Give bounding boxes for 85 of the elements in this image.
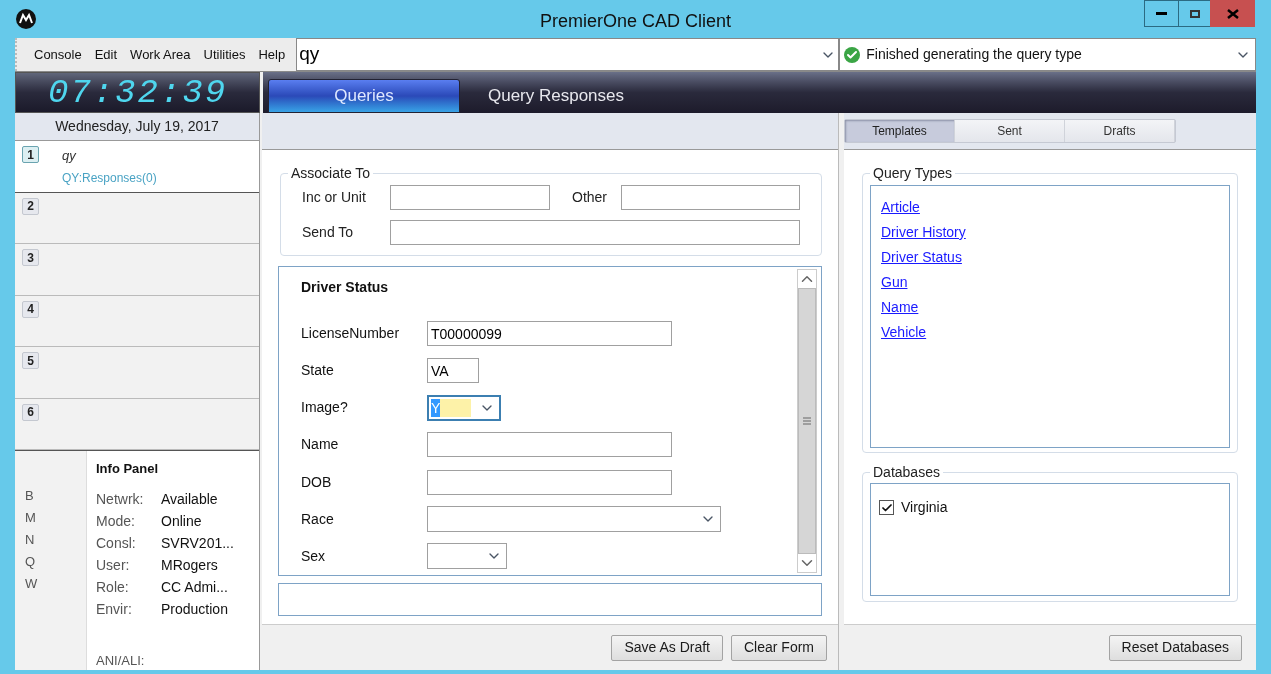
menu-item[interactable]: Edit — [94, 44, 118, 65]
query-type-link[interactable]: Driver History — [881, 222, 966, 243]
field-label: State — [301, 361, 335, 381]
group-title: Associate To — [290, 164, 372, 183]
info-label: User: — [96, 555, 131, 575]
clear-form-button[interactable]: Clear Form — [731, 634, 827, 661]
text-field[interactable] — [390, 220, 800, 245]
info-label: ANI/ALI: — [96, 651, 146, 670]
menu-item[interactable]: Utilities — [203, 44, 246, 65]
info-value: CC Admi... — [161, 577, 228, 597]
tab[interactable]: Query Responses — [460, 79, 652, 113]
scrollbar[interactable] — [797, 269, 817, 573]
field-label: DOB — [301, 472, 333, 492]
close-icon — [1226, 8, 1239, 19]
text-field[interactable]: VA — [427, 358, 479, 384]
field-label: Race — [301, 509, 335, 529]
minimize-button[interactable] — [1144, 0, 1179, 27]
shortcut-key[interactable]: N — [25, 530, 86, 549]
query-type-link[interactable]: Name — [881, 297, 919, 318]
slot-number: 1 — [22, 146, 39, 163]
query-type-link[interactable]: Gun — [881, 272, 908, 293]
menu-item[interactable]: Console — [34, 44, 82, 65]
window-title: PremierOne CAD Client — [539, 10, 732, 33]
reset-databases-button[interactable]: Reset Databases — [1108, 634, 1242, 661]
text-field[interactable] — [427, 432, 672, 458]
save-draft-button[interactable]: Save As Draft — [611, 634, 723, 661]
scroll-thumb[interactable] — [798, 288, 816, 554]
view-tab[interactable]: Templates — [845, 120, 955, 142]
slot-title: qy — [62, 147, 77, 165]
info-value: SVRV201... — [161, 533, 234, 553]
work-slot[interactable]: 1 qy QY:Responses(0) — [15, 141, 259, 193]
slot-number: 4 — [22, 300, 39, 318]
group-title: Databases — [872, 463, 941, 482]
info-value: Available — [161, 489, 218, 509]
menu-item[interactable]: Work Area — [130, 44, 191, 65]
info-value: Online — [161, 511, 202, 531]
shortcut-key[interactable]: W — [25, 574, 86, 593]
app-logo-icon — [16, 9, 36, 29]
info-panel-title: Info Panel — [96, 460, 160, 478]
text-field[interactable] — [621, 185, 800, 210]
slot-number: 5 — [22, 352, 39, 369]
command-field[interactable]: qy — [296, 38, 840, 71]
field-label: Name — [301, 435, 340, 455]
shortcut-key[interactable]: Q — [25, 552, 86, 571]
field-label: Other — [572, 188, 608, 207]
text-field[interactable] — [427, 469, 672, 495]
query-type-link[interactable]: Article — [881, 197, 920, 218]
slot-number: 2 — [22, 197, 39, 215]
dropdown-field[interactable] — [427, 543, 507, 570]
slot-number: 3 — [22, 249, 39, 266]
menu-item[interactable]: Help — [258, 44, 286, 65]
info-label: Envir: — [96, 599, 133, 619]
info-label: Netwrk: — [96, 489, 145, 509]
date-label: Wednesday, July 19, 2017 — [55, 117, 219, 136]
info-label: Consl: — [96, 533, 137, 553]
field-label: Sex — [301, 546, 327, 566]
scroll-down-icon[interactable] — [798, 554, 816, 572]
query-type-link[interactable]: Vehicle — [881, 322, 927, 343]
view-tab[interactable]: Sent — [955, 120, 1065, 142]
tab[interactable]: Queries — [268, 79, 460, 113]
field-label: Inc or Unit — [302, 188, 367, 207]
text-field[interactable] — [390, 185, 550, 210]
group-title: Query Types — [872, 164, 954, 183]
info-value: Production — [161, 599, 228, 619]
dropdown-field[interactable] — [427, 506, 721, 533]
info-label: Role: — [96, 577, 130, 597]
form-title: Driver Status — [301, 278, 390, 297]
shortcut-key[interactable]: B — [25, 486, 86, 505]
close-button[interactable] — [1210, 0, 1255, 27]
check-icon — [844, 46, 861, 63]
checkbox-label: Virginia — [901, 498, 948, 517]
view-tab[interactable]: Drafts — [1065, 120, 1175, 142]
slot-number: 6 — [22, 403, 39, 421]
info-label: Mode: — [96, 511, 136, 531]
status-field: Finished generating the query type — [839, 38, 1256, 71]
shortcut-key[interactable]: M — [25, 508, 86, 527]
scroll-up-icon[interactable] — [798, 270, 816, 288]
text-field[interactable]: T00000099 — [427, 321, 672, 347]
query-type-link[interactable]: Driver Status — [881, 247, 962, 268]
checkbox[interactable] — [879, 500, 894, 515]
field-label: LicenseNumber — [301, 324, 401, 344]
field-label: Send To — [302, 223, 355, 242]
clock-display: 07:32:39 — [47, 75, 228, 110]
field-label: Image? — [301, 398, 349, 418]
info-value: MRogers — [161, 555, 218, 575]
